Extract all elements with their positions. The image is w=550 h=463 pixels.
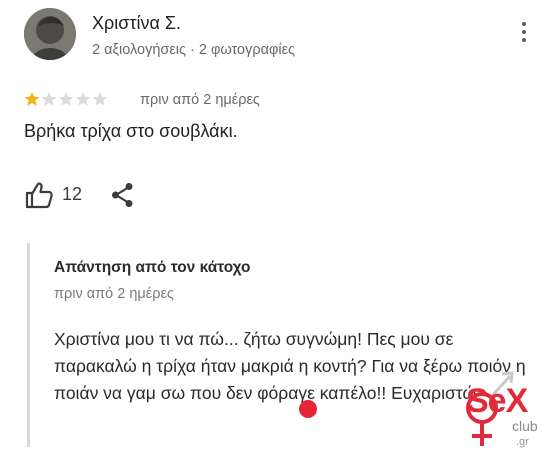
thumb-up-icon bbox=[25, 182, 53, 209]
reviewer-avatar[interactable] bbox=[24, 8, 76, 60]
star-empty-icon bbox=[58, 92, 74, 106]
censor-dot bbox=[299, 400, 317, 418]
watermark-tld: .gr bbox=[516, 436, 529, 448]
review-text: Βρήκα τρίχα στο σουβλάκι. bbox=[24, 121, 238, 141]
share-icon bbox=[112, 183, 133, 207]
avatar-image bbox=[24, 8, 76, 60]
more-vert-icon[interactable] bbox=[516, 22, 532, 48]
share-button[interactable] bbox=[110, 181, 136, 209]
reviewer-name[interactable]: Χριστίνα Σ. bbox=[92, 13, 181, 34]
reviewer-stats: 2 αξιολογήσεις · 2 φωτογραφίες bbox=[92, 42, 296, 58]
owner-reply-time: πριν από 2 ημέρες bbox=[54, 286, 174, 302]
star-empty-icon bbox=[41, 92, 57, 106]
like-button[interactable] bbox=[24, 181, 54, 209]
review-time: πριν από 2 ημέρες bbox=[140, 92, 260, 108]
star-empty-icon bbox=[75, 92, 91, 106]
star-filled-icon bbox=[24, 92, 40, 106]
watermark-sub: club bbox=[512, 418, 538, 434]
watermark-brand: SeX bbox=[466, 382, 528, 420]
like-count: 12 bbox=[62, 184, 83, 204]
star-empty-icon bbox=[92, 92, 108, 106]
watermark-logo: SeX club .gr bbox=[430, 360, 550, 460]
reply-divider bbox=[27, 243, 30, 447]
star-rating bbox=[24, 91, 108, 107]
owner-reply-title: Απάντηση από τον κάτοχο bbox=[54, 259, 251, 276]
